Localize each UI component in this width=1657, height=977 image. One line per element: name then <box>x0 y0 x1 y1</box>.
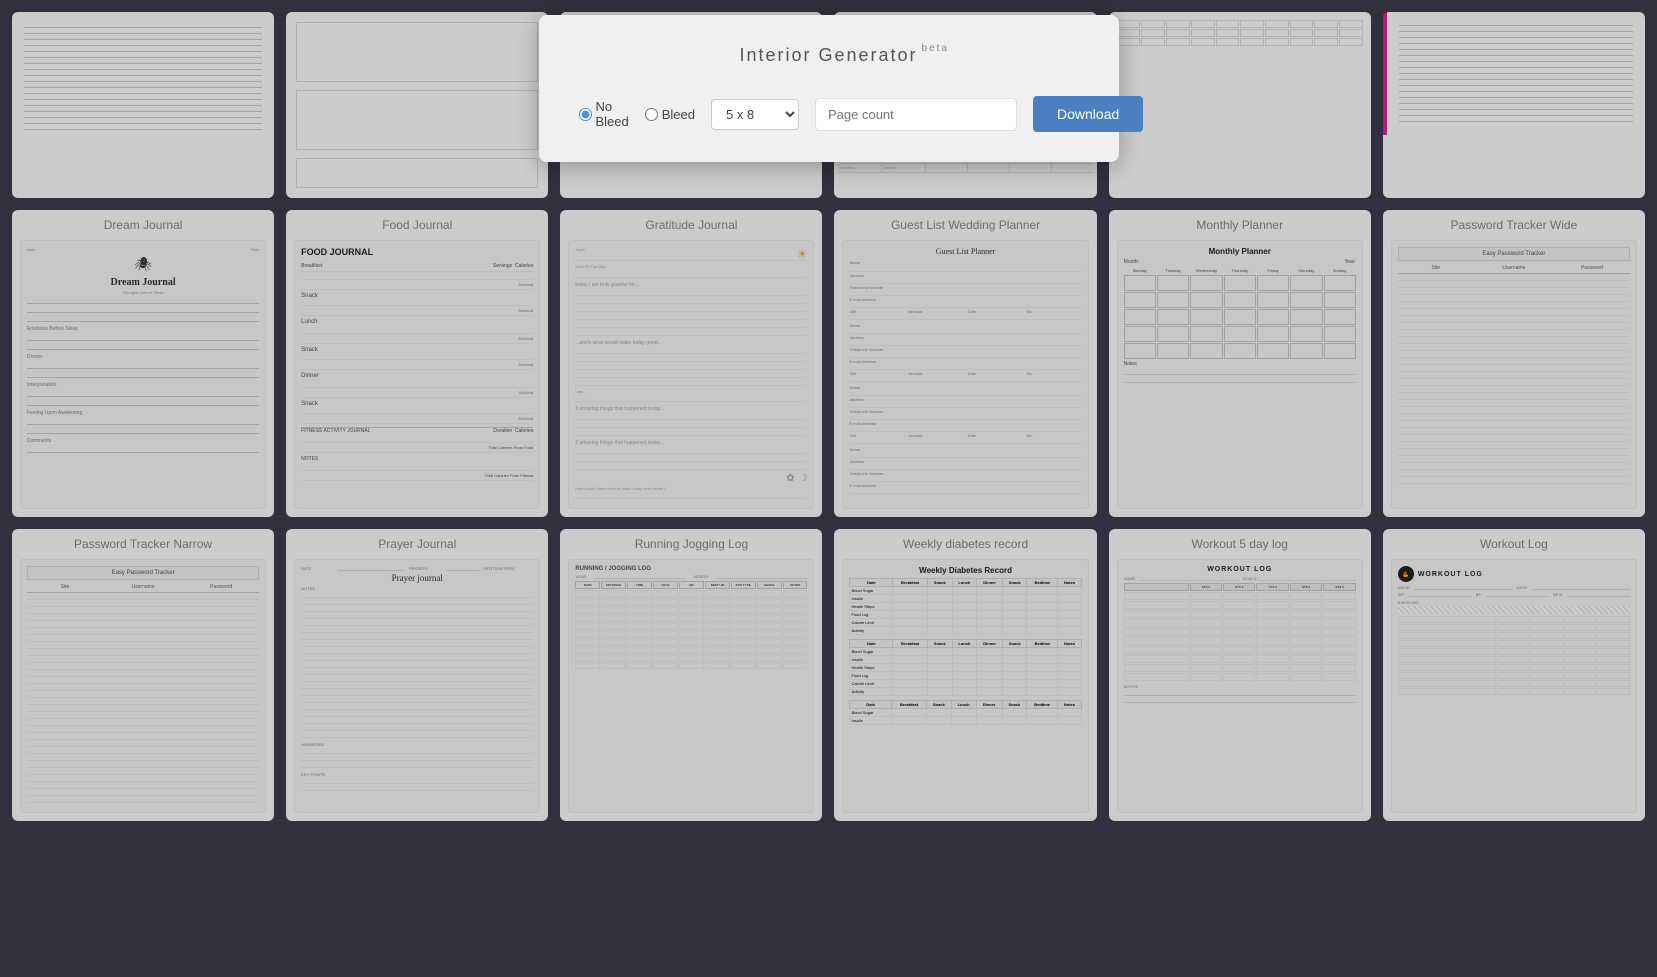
password-narrow-title: Password Tracker Narrow <box>12 529 274 555</box>
card-running-log[interactable]: Running Jogging Log RUNNING / JOGGING LO… <box>560 529 822 821</box>
food-journal-preview: FOOD JOURNAL BreakfastServings Calories … <box>294 240 540 509</box>
card-lined-paper[interactable] <box>12 12 274 198</box>
card-monthly-planner[interactable]: Monthly Planner Monthly Planner Month:Ye… <box>1109 210 1371 517</box>
interior-generator-modal: Interior Generator beta No Bleed Bleed 5 … <box>539 15 1119 162</box>
no-bleed-radio[interactable] <box>579 108 592 121</box>
card-guest-list[interactable]: Guest List Wedding Planner Guest List Pl… <box>834 210 1096 517</box>
password-wide-preview: Easy Password Tracker Site Username Pass… <box>1391 240 1637 509</box>
monthly-planner-title: Monthly Planner <box>1109 210 1371 236</box>
dream-journal-title: Dream Journal <box>12 210 274 236</box>
gratitude-journal-title: Gratitude Journal <box>560 210 822 236</box>
workout-log-title: Workout Log <box>1383 529 1645 555</box>
card-diabetes[interactable]: Weekly diabetes record Weekly Diabetes R… <box>834 529 1096 821</box>
page-count-input[interactable] <box>815 98 1017 131</box>
workout5-title: Workout 5 day log <box>1109 529 1371 555</box>
card-pink-lines[interactable] <box>1383 12 1645 198</box>
monthly-planner-preview: Monthly Planner Month:Year: Monday Tuesd… <box>1117 240 1363 509</box>
password-wide-title: Password Tracker Wide <box>1383 210 1645 236</box>
card-food-journal[interactable]: Food Journal FOOD JOURNAL BreakfastServi… <box>286 210 548 517</box>
modal-controls: No Bleed Bleed 5 x 8 6 x 9 7 x 10 8.5 x … <box>579 96 1079 132</box>
food-journal-title: Food Journal <box>286 210 548 236</box>
svg-text:💪: 💪 <box>1403 571 1409 578</box>
card-password-narrow[interactable]: Password Tracker Narrow Easy Password Tr… <box>12 529 274 821</box>
prayer-journal-preview: DATEPRIORITYPETITION/TOPIC Prayer journa… <box>294 559 540 813</box>
no-bleed-label: No Bleed <box>596 99 629 129</box>
card-blank[interactable] <box>286 12 548 198</box>
workout5-preview: WORKOUT LOG NAME: GOALS: STS 1 STS 2 STS… <box>1117 559 1363 813</box>
card-graph[interactable] <box>1109 12 1371 198</box>
bleed-label: Bleed <box>662 107 695 122</box>
card-password-wide[interactable]: Password Tracker Wide Easy Password Trac… <box>1383 210 1645 517</box>
workout-log-preview: 💪 WORKOUT LOG NAME: DATE: WT: BF: BF%: E… <box>1391 559 1637 813</box>
diabetes-preview: Weekly Diabetes Record Date Breakfast Sn… <box>842 559 1088 813</box>
running-log-preview: RUNNING / JOGGING LOG YEAR MONTH DATE DI… <box>568 559 814 813</box>
workout-logo-icon: 💪 <box>1398 566 1414 582</box>
password-narrow-preview: Easy Password Tracker Site Username Pass… <box>20 559 266 813</box>
no-bleed-option[interactable]: No Bleed <box>579 99 629 129</box>
card-dream-journal[interactable]: Dream Journal DateTime 🕷 Dream Journal T… <box>12 210 274 517</box>
download-button[interactable]: Download <box>1033 96 1143 132</box>
guest-list-title: Guest List Wedding Planner <box>834 210 1096 236</box>
bleed-option[interactable]: Bleed <box>645 107 695 122</box>
card-prayer-journal[interactable]: Prayer Journal DATEPRIORITYPETITION/TOPI… <box>286 529 548 821</box>
bleed-radio-group: No Bleed Bleed <box>579 99 696 129</box>
running-log-title: Running Jogging Log <box>560 529 822 555</box>
bleed-radio[interactable] <box>645 108 658 121</box>
modal-title-text: Interior Generator <box>739 45 917 65</box>
guest-list-preview: Guest List Planner Name Address Telephon… <box>842 240 1088 509</box>
diabetes-title: Weekly diabetes record <box>834 529 1096 555</box>
gratitude-journal-preview: Topic: Gem Of The Day ☀ today I am truly… <box>568 240 814 509</box>
prayer-journal-title: Prayer Journal <box>286 529 548 555</box>
modal-title: Interior Generator beta <box>579 45 1079 66</box>
card-workout5[interactable]: Workout 5 day log WORKOUT LOG NAME: GOAL… <box>1109 529 1371 821</box>
size-select[interactable]: 5 x 8 6 x 9 7 x 10 8.5 x 11 <box>711 99 799 130</box>
card-gratitude-journal[interactable]: Gratitude Journal Topic: Gem Of The Day … <box>560 210 822 517</box>
card-workout-log[interactable]: Workout Log 💪 WORKOUT LOG NAME: DATE: WT… <box>1383 529 1645 821</box>
beta-label: beta <box>922 43 949 54</box>
dream-journal-preview: DateTime 🕷 Dream Journal Thoughts Before… <box>20 240 266 509</box>
